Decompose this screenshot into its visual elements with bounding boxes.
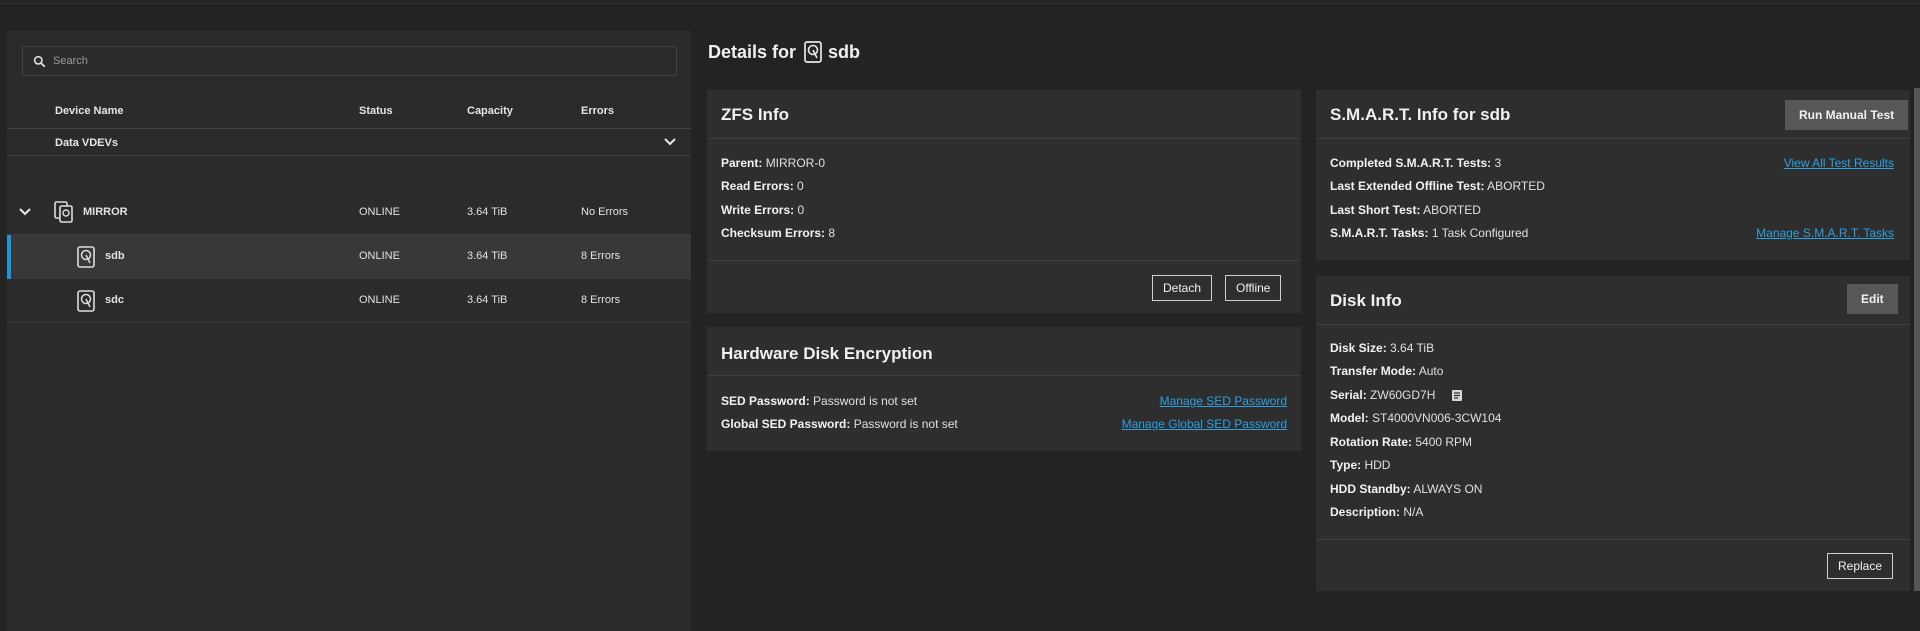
- edit-button[interactable]: Edit: [1847, 284, 1898, 314]
- table-row-sdb[interactable]: sdb ONLINE 3.64 TiB 8 Errors: [7, 235, 691, 279]
- smart-last-short-test: Last Short Test: ABORTED: [1330, 203, 1481, 217]
- hde-title: Hardware Disk Encryption: [721, 344, 933, 363]
- device-status: ONLINE: [359, 206, 400, 218]
- detach-button[interactable]: Detach: [1152, 275, 1213, 301]
- table-row-sdc[interactable]: sdc ONLINE 3.64 TiB 8 Errors: [7, 279, 691, 323]
- device-errors: No Errors: [581, 206, 629, 218]
- header-device-name: Device Name: [55, 105, 124, 117]
- header-status: Status: [359, 105, 393, 117]
- device-status: ONLINE: [359, 250, 400, 262]
- smart-completed-tests: Completed S.M.A.R.T. Tests: 3: [1330, 156, 1502, 170]
- divider: [707, 375, 1301, 376]
- disk-info-card: Disk Info Edit Disk Size: 3.64 TiB Trans…: [1316, 276, 1910, 591]
- scrollbar[interactable]: [1914, 88, 1920, 591]
- selected-indicator: [7, 235, 11, 279]
- device-errors: 8 Errors: [581, 250, 621, 262]
- table-row-mirror[interactable]: MIRROR ONLINE 3.64 TiB No Errors: [7, 191, 691, 235]
- mirror-icon: [54, 201, 73, 223]
- device-name: MIRROR: [83, 206, 128, 218]
- hardware-disk-encryption-card: Hardware Disk Encryption SED Password: P…: [707, 327, 1301, 451]
- smart-last-extended-test: Last Extended Offline Test: ABORTED: [1330, 179, 1545, 193]
- global-sed-password: Global SED Password: Password is not set: [721, 417, 958, 431]
- header-capacity: Capacity: [467, 105, 513, 117]
- search-input[interactable]: [53, 55, 653, 67]
- search-box[interactable]: [22, 46, 677, 76]
- device-capacity: 3.64 TiB: [467, 250, 508, 262]
- group-data-vdevs[interactable]: Data VDEVs: [7, 130, 691, 156]
- smart-info-card: S.M.A.R.T. Info for sdb Run Manual Test …: [1316, 90, 1910, 260]
- top-divider: [0, 0, 1920, 4]
- page-title: Details for sdb: [708, 41, 860, 63]
- details-disk-name: sdb: [828, 41, 861, 62]
- disk-info-title: Disk Info: [1330, 291, 1402, 310]
- serial: Serial: ZW60GD7H: [1330, 388, 1463, 402]
- zfs-checksum-errors: Checksum Errors: 8: [721, 226, 836, 240]
- zfs-write-errors: Write Errors: 0: [721, 203, 805, 217]
- manage-global-sed-password-link[interactable]: Manage Global SED Password: [1122, 417, 1287, 431]
- smart-tasks: S.M.A.R.T. Tasks: 1 Task Configured: [1330, 226, 1529, 240]
- device-errors: 8 Errors: [581, 294, 621, 306]
- model: Model: ST4000VN006-3CW104: [1330, 411, 1502, 425]
- divider: [1316, 138, 1910, 139]
- smart-title: S.M.A.R.T. Info for sdb: [1330, 105, 1511, 124]
- divider: [1316, 539, 1910, 540]
- zfs-info-card: ZFS Info Parent: MIRROR-0 Read Errors: 0…: [707, 90, 1301, 313]
- copy-icon[interactable]: [1451, 389, 1463, 402]
- search-icon: [33, 55, 46, 67]
- divider: [707, 260, 1301, 261]
- device-name: sdc: [105, 294, 124, 306]
- divider: [707, 138, 1301, 139]
- transfer-mode: Transfer Mode: Auto: [1330, 364, 1444, 378]
- hard-disk-icon: [804, 41, 822, 63]
- details-prefix: Details for: [708, 41, 797, 62]
- device-status: ONLINE: [359, 294, 400, 306]
- device-name: sdb: [105, 250, 125, 262]
- offline-button[interactable]: Offline: [1225, 275, 1282, 301]
- hdd-standby: HDD Standby: ALWAYS ON: [1330, 482, 1483, 496]
- chevron-down-icon[interactable]: [18, 206, 32, 218]
- replace-button[interactable]: Replace: [1827, 553, 1894, 579]
- run-manual-test-button[interactable]: Run Manual Test: [1785, 100, 1909, 130]
- view-all-test-results-link[interactable]: View All Test Results: [1784, 156, 1894, 170]
- hard-disk-icon: [77, 290, 95, 312]
- device-capacity: 3.64 TiB: [467, 206, 508, 218]
- description: Description: N/A: [1330, 505, 1424, 519]
- manage-smart-tasks-link[interactable]: Manage S.M.A.R.T. Tasks: [1756, 226, 1894, 240]
- zfs-parent: Parent: MIRROR-0: [721, 156, 826, 170]
- device-capacity: 3.64 TiB: [467, 294, 508, 306]
- disk-size: Disk Size: 3.64 TiB: [1330, 341, 1435, 355]
- chevron-down-icon[interactable]: [663, 136, 677, 148]
- group-label: Data VDEVs: [55, 137, 118, 149]
- device-list-panel: Device Name Status Capacity Errors Data …: [7, 31, 691, 631]
- header-errors: Errors: [581, 105, 615, 117]
- sed-password: SED Password: Password is not set: [721, 394, 918, 408]
- table-header: Device Name Status Capacity Errors: [7, 95, 691, 129]
- divider: [1316, 324, 1910, 325]
- zfs-info-title: ZFS Info: [721, 105, 789, 124]
- disk-type: Type: HDD: [1330, 458, 1391, 472]
- manage-sed-password-link[interactable]: Manage SED Password: [1160, 394, 1287, 408]
- zfs-read-errors: Read Errors: 0: [721, 179, 804, 193]
- hard-disk-icon: [77, 246, 95, 268]
- rotation-rate: Rotation Rate: 5400 RPM: [1330, 435, 1473, 449]
